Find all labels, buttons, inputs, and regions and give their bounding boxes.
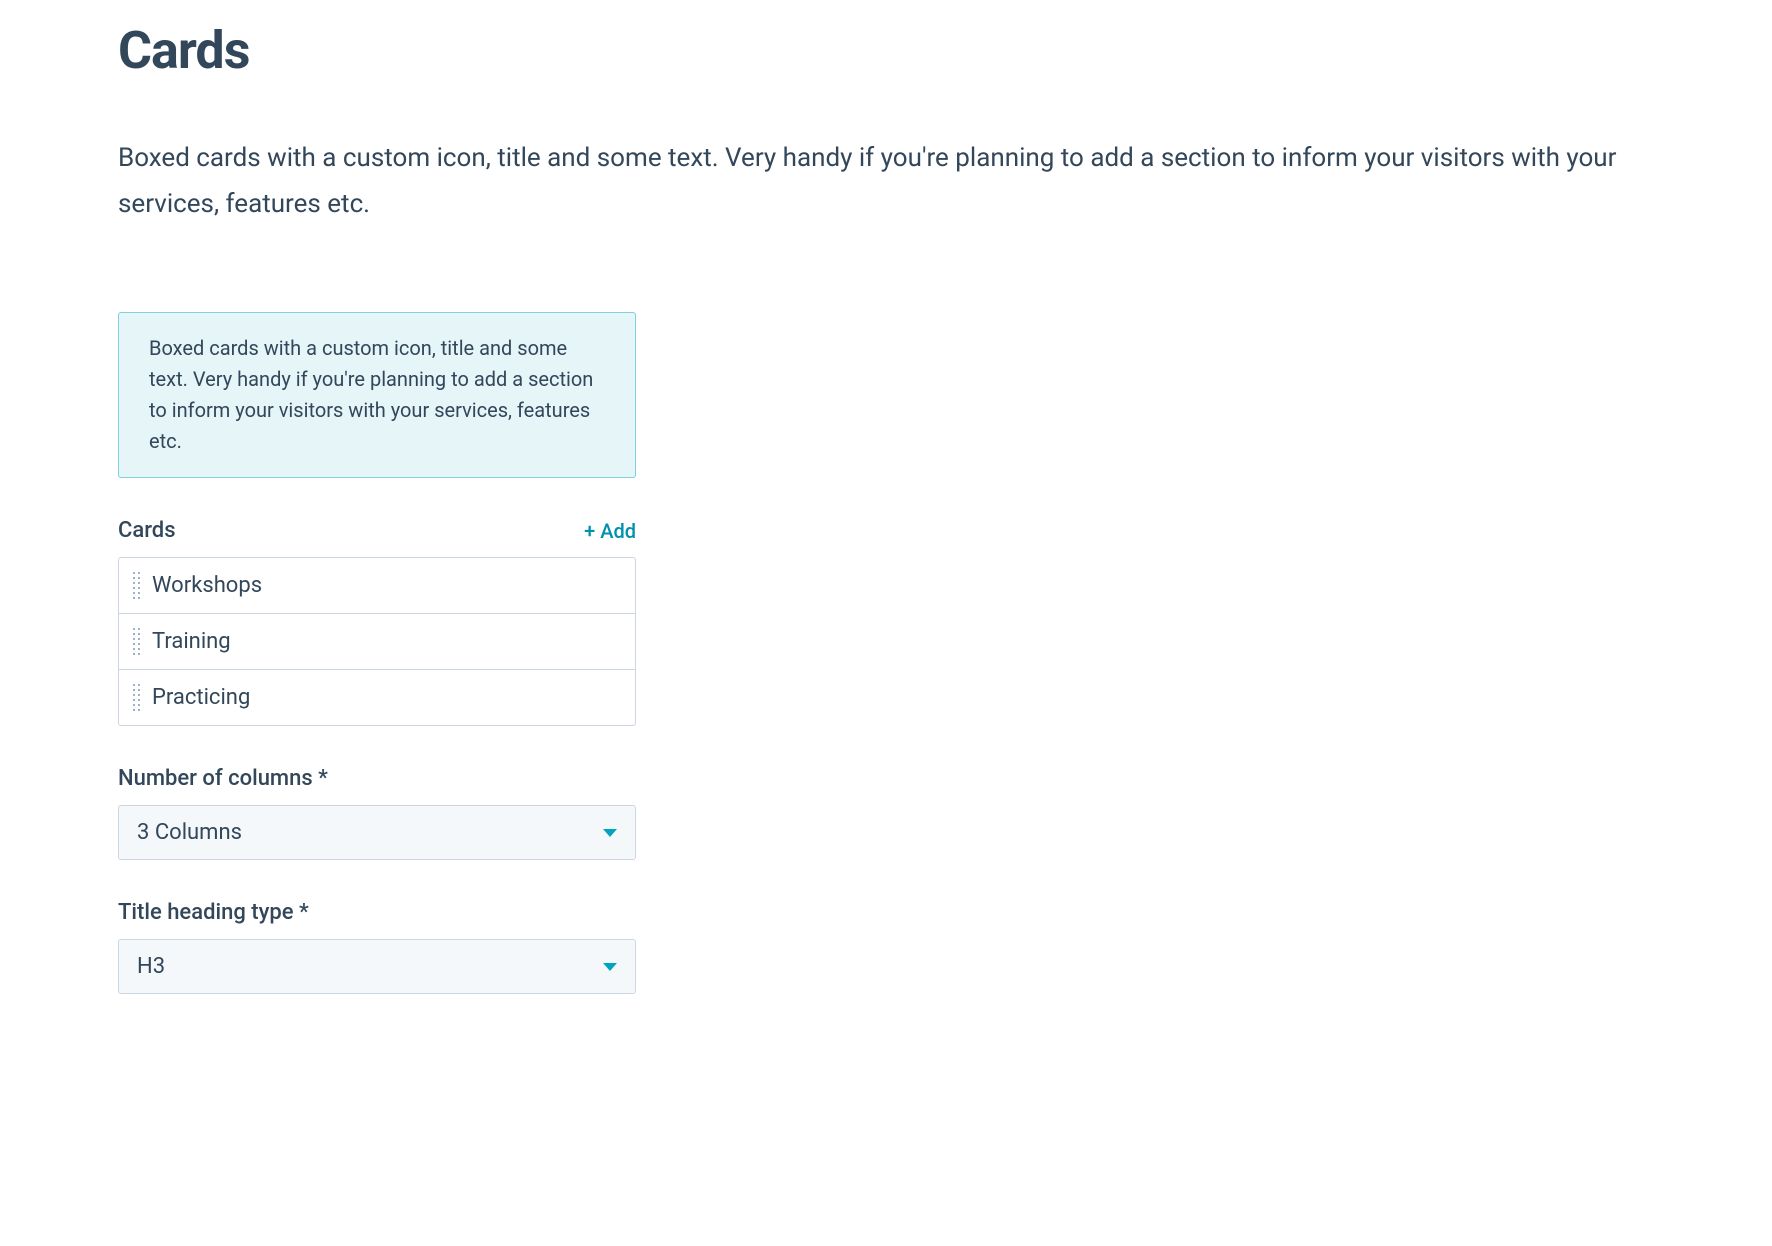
columns-field-label: Number of columns * (118, 766, 636, 791)
caret-down-icon (603, 963, 617, 971)
columns-select-value: 3 Columns (137, 820, 242, 845)
card-item[interactable]: Workshops (119, 558, 635, 614)
cards-section-label: Cards (118, 518, 176, 543)
card-item-label: Practicing (152, 685, 250, 710)
page-title: Cards (118, 20, 1654, 81)
drag-handle-icon[interactable] (133, 682, 140, 713)
card-item-label: Training (152, 629, 231, 654)
card-list: Workshops Training (118, 557, 636, 726)
columns-select[interactable]: 3 Columns (118, 805, 636, 860)
page-description: Boxed cards with a custom icon, title an… (118, 136, 1654, 227)
heading-select[interactable]: H3 (118, 939, 636, 994)
heading-field-label: Title heading type * (118, 900, 636, 925)
card-item-label: Workshops (152, 573, 262, 598)
drag-handle-icon[interactable] (133, 570, 140, 601)
card-item[interactable]: Training (119, 614, 635, 670)
info-box: Boxed cards with a custom icon, title an… (118, 312, 636, 478)
add-card-button[interactable]: + Add (584, 519, 636, 543)
info-box-text: Boxed cards with a custom icon, title an… (149, 333, 605, 457)
drag-handle-icon[interactable] (133, 626, 140, 657)
caret-down-icon (603, 829, 617, 837)
heading-select-value: H3 (137, 954, 165, 979)
card-item[interactable]: Practicing (119, 670, 635, 725)
